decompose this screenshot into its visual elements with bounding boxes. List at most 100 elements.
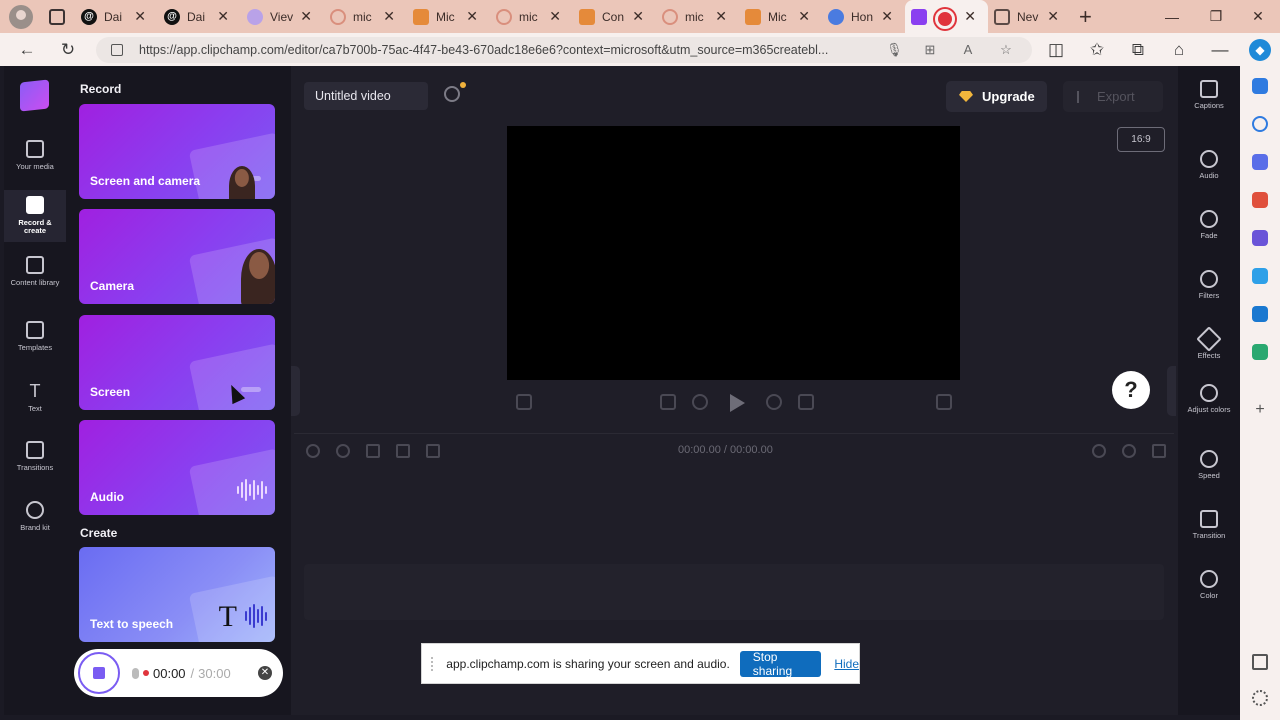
duplicate-icon[interactable]	[426, 444, 440, 458]
rail-item-transitions[interactable]: Transitions	[4, 441, 66, 481]
url-field[interactable]: https://app.clipchamp.com/editor/ca7b700…	[96, 37, 1032, 63]
clipchamp-logo[interactable]	[20, 79, 49, 112]
close-tab-icon[interactable]: ✕	[1047, 8, 1059, 25]
rail-item-color[interactable]: Color	[1178, 570, 1240, 600]
close-tab-icon[interactable]: ✕	[383, 8, 395, 25]
skip-back-icon[interactable]	[660, 394, 676, 410]
undo-icon[interactable]	[306, 444, 320, 458]
stop-recording-button[interactable]	[78, 652, 120, 694]
close-window-button[interactable]: ✕	[1236, 0, 1280, 33]
rail-item-adjust-colors[interactable]: Adjust colors	[1178, 384, 1240, 414]
collapse-panel-handle[interactable]	[291, 366, 300, 416]
close-recorder-icon[interactable]: ✕	[258, 666, 272, 680]
browser-tab[interactable]: mic ✕	[656, 0, 739, 33]
rewind-icon[interactable]	[692, 394, 708, 410]
play-icon[interactable]	[730, 394, 745, 412]
profile-avatar-icon[interactable]	[9, 4, 33, 29]
zoom-out-icon[interactable]	[1092, 444, 1106, 458]
browser-tab[interactable]: Nev ✕	[988, 0, 1071, 33]
favorites-icon[interactable]: ✩	[1086, 39, 1108, 61]
back-arrow-icon[interactable]: ←	[16, 39, 38, 61]
browser-tab[interactable]: @ Dai ✕	[75, 0, 158, 33]
workspaces-icon[interactable]	[49, 8, 65, 25]
briefcase-icon[interactable]	[1252, 192, 1268, 208]
browser-tab[interactable]: Mic ✕	[739, 0, 822, 33]
close-tab-icon[interactable]: ✕	[715, 8, 727, 25]
rail-item-text[interactable]: T Text	[4, 382, 66, 422]
camera-card[interactable]: Camera	[79, 209, 275, 304]
rail-item-audio[interactable]: Audio	[1178, 150, 1240, 180]
browser-tab[interactable]: Con ✕	[573, 0, 656, 33]
close-tab-icon[interactable]: ✕	[632, 8, 644, 25]
split-icon[interactable]	[366, 444, 380, 458]
rail-item-templates[interactable]: Templates	[4, 321, 66, 361]
collapse-properties-handle[interactable]	[1167, 366, 1176, 416]
browser-tab[interactable]: mic ✕	[324, 0, 407, 33]
designer-icon[interactable]	[1252, 344, 1268, 360]
skip-forward-icon[interactable]	[798, 394, 814, 410]
redo-icon[interactable]	[336, 444, 350, 458]
forward-icon[interactable]	[766, 394, 782, 410]
export-button[interactable]: Export	[1063, 81, 1163, 112]
timeline-track[interactable]	[304, 564, 1164, 620]
screen-and-camera-card[interactable]: Screen and camera	[79, 104, 275, 199]
drag-handle-icon[interactable]	[431, 656, 436, 671]
copilot-icon[interactable]: ◆	[1249, 39, 1271, 61]
browser-tab[interactable]: Viev ✕	[241, 0, 324, 33]
close-tab-icon[interactable]: ✕	[300, 8, 312, 25]
minimize-button[interactable]: —	[1150, 0, 1194, 33]
hide-notification-link[interactable]: Hide	[834, 657, 859, 671]
bell-icon[interactable]	[1252, 78, 1268, 94]
rail-item-filters[interactable]: Filters	[1178, 270, 1240, 300]
browser-tab[interactable]: Mic ✕	[407, 0, 490, 33]
audio-card[interactable]: Audio	[79, 420, 275, 515]
add-icon[interactable]: +	[1252, 402, 1268, 418]
rail-item-your-media[interactable]: Your media	[4, 140, 66, 190]
new-tab-button[interactable]: +	[1079, 4, 1099, 30]
browser-tab-active[interactable]: ✕	[905, 0, 988, 33]
more-menu-icon[interactable]: —	[1209, 39, 1231, 61]
close-tab-icon[interactable]: ✕	[798, 8, 810, 25]
fit-timeline-icon[interactable]	[1152, 444, 1166, 458]
rail-item-brand-kit[interactable]: Brand kit	[4, 501, 66, 541]
browser-tab[interactable]: mic ✕	[490, 0, 573, 33]
people-icon[interactable]	[1252, 230, 1268, 246]
close-tab-icon[interactable]: ✕	[217, 8, 229, 25]
office-icon[interactable]	[1252, 268, 1268, 284]
upgrade-button[interactable]: Upgrade	[946, 81, 1047, 112]
sidebar-toggle-icon[interactable]	[1252, 654, 1268, 670]
extensions-icon[interactable]: ⌂	[1168, 39, 1190, 61]
zoom-in-icon[interactable]	[1122, 444, 1136, 458]
stop-sharing-button[interactable]: Stop sharing	[739, 650, 822, 678]
close-tab-icon[interactable]: ✕	[964, 8, 976, 25]
rail-item-record-create[interactable]: Record & create	[4, 190, 66, 242]
browser-tab[interactable]: Hon ✕	[822, 0, 905, 33]
rail-item-speed[interactable]: Speed	[1178, 450, 1240, 480]
delete-icon[interactable]	[396, 444, 410, 458]
rail-item-effects[interactable]: Effects	[1178, 326, 1240, 360]
browser-tab[interactable]: @ Dai ✕	[158, 0, 241, 33]
rail-item-transition[interactable]: Transition	[1178, 510, 1240, 540]
text-to-speech-card[interactable]: T Text to speech	[79, 547, 275, 642]
rail-item-fade[interactable]: Fade	[1178, 210, 1240, 240]
search-icon[interactable]	[1252, 116, 1268, 132]
rail-item-content-library[interactable]: Content library	[4, 256, 66, 306]
rail-item-captions[interactable]: Captions	[1178, 80, 1240, 110]
tools-icon[interactable]	[1252, 154, 1268, 170]
apps-icon[interactable]: ⊞	[922, 42, 938, 58]
screen-card[interactable]: Screen	[79, 315, 275, 410]
collections-icon[interactable]: ⧉	[1127, 39, 1149, 61]
split-screen-icon[interactable]: ◫	[1045, 39, 1067, 61]
outlook-icon[interactable]	[1252, 306, 1268, 322]
microphone-icon[interactable]: 🎙	[886, 42, 903, 58]
refresh-icon[interactable]: ↻	[57, 39, 79, 61]
read-aloud-icon[interactable]: A	[960, 42, 976, 58]
close-tab-icon[interactable]: ✕	[881, 8, 893, 25]
favorite-star-icon[interactable]: ☆	[998, 42, 1014, 58]
close-tab-icon[interactable]: ✕	[466, 8, 478, 25]
close-tab-icon[interactable]: ✕	[549, 8, 561, 25]
screenshot-icon[interactable]	[516, 394, 532, 410]
aspect-ratio-button[interactable]: 16:9	[1117, 127, 1165, 152]
close-tab-icon[interactable]: ✕	[134, 8, 146, 25]
lock-icon[interactable]	[111, 44, 123, 56]
